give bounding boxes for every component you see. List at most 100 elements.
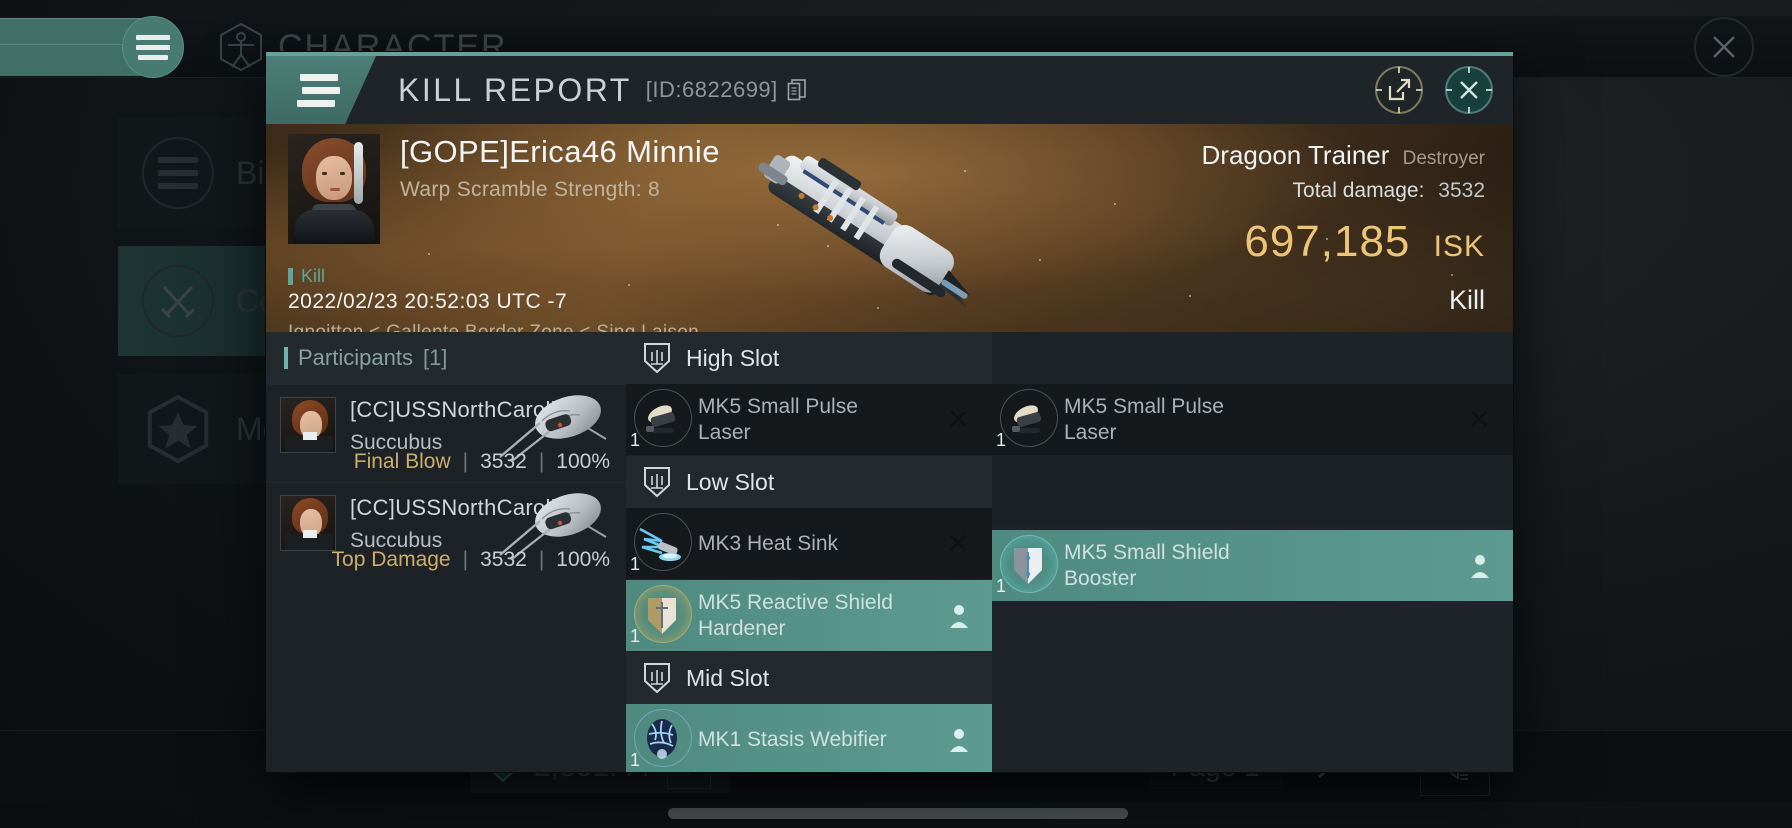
dialog-header-actions bbox=[1375, 56, 1493, 124]
background-menu-button[interactable] bbox=[122, 16, 184, 78]
vitruvian-hex-icon bbox=[218, 22, 264, 72]
dialog-header: KILL REPORT [ID:6822699] bbox=[266, 56, 1513, 124]
module-quantity: 1 bbox=[630, 749, 641, 770]
scrollbar-thumb[interactable] bbox=[668, 808, 1128, 819]
dialog-close-button[interactable] bbox=[1445, 66, 1493, 114]
module-name: MK5 Reactive Shield Hardener bbox=[698, 590, 893, 640]
cross-icon[interactable]: ✕ bbox=[1468, 405, 1491, 434]
dialog-report-id-text: [ID:6822699] bbox=[645, 77, 778, 102]
fitting-right-spacer bbox=[992, 332, 1513, 384]
module-slot[interactable]: 1 MK5 Small Pulse Laser ✕ bbox=[992, 384, 1513, 456]
module-slot[interactable]: 1 MK5 Small Pulse Laser ✕ bbox=[626, 384, 992, 456]
module-name: MK5 Small Pulse Laser bbox=[1064, 394, 1224, 444]
destroyer-ship-render bbox=[721, 132, 1011, 322]
isk-value: 697,185 bbox=[1244, 217, 1411, 266]
close-icon bbox=[1460, 81, 1478, 99]
module-slot[interactable]: 1 MK1 Stasis Webifier bbox=[626, 704, 992, 772]
shield-hardener-icon: 1 bbox=[626, 580, 698, 651]
kill-banner: [GOPE]Erica46 Minnie Warp Scramble Stren… bbox=[266, 124, 1513, 332]
dialog-body: Participants [1] [CC]USSNorthCarolina Su… bbox=[266, 332, 1513, 772]
participants-header-label: Participants bbox=[298, 345, 413, 370]
close-icon bbox=[1713, 36, 1735, 58]
ship-name-row: Dragoon Trainer Destroyer bbox=[1202, 140, 1485, 171]
dialog-menu-button[interactable] bbox=[266, 56, 376, 124]
person-icon[interactable] bbox=[948, 727, 970, 753]
list-icon bbox=[142, 137, 214, 209]
table-row[interactable]: [CC]USSNorthCarolina Succubus bbox=[266, 482, 626, 580]
victim-name: [GOPE]Erica46 Minnie bbox=[400, 134, 720, 169]
participant-percent: 100% bbox=[556, 450, 610, 473]
kill-report-dialog: KILL REPORT [ID:6822699] [GOPE]Erica46 M… bbox=[266, 52, 1513, 772]
slot-header-high: High Slot bbox=[626, 332, 992, 384]
hamburger-icon-line bbox=[136, 44, 170, 50]
module-quantity: 1 bbox=[996, 429, 1007, 450]
participant-tag: Top Damage bbox=[331, 548, 451, 571]
module-name: MK5 Small Shield Booster bbox=[1064, 540, 1230, 590]
copy-icon[interactable] bbox=[786, 78, 808, 102]
avatar bbox=[280, 397, 336, 453]
module-slot[interactable]: 1 MK3 Heat Sink ✕ bbox=[626, 508, 992, 580]
heat-sink-icon: 1 bbox=[626, 508, 698, 579]
participant-meta: Top Damage | 3532 | 100% bbox=[331, 548, 610, 571]
status-badge-label: Kill bbox=[301, 266, 326, 286]
person-icon[interactable] bbox=[1469, 553, 1491, 579]
module-name: MK5 Small Pulse Laser bbox=[698, 394, 858, 444]
participants-empty-area bbox=[266, 580, 626, 772]
hamburger-icon-line bbox=[297, 99, 335, 107]
participant-meta: Final Blow | 3532 | 100% bbox=[353, 450, 610, 473]
participants-header: Participants [1] bbox=[266, 332, 626, 384]
dialog-report-id: [ID:6822699] bbox=[646, 77, 808, 103]
fitting-panel: High Slot 1 MK5 Small Pulse Laser ✕ Low … bbox=[626, 332, 1513, 772]
total-damage-value: 3532 bbox=[1438, 179, 1485, 202]
slot-header-label: Mid Slot bbox=[686, 664, 770, 691]
hamburger-icon-line bbox=[138, 54, 168, 60]
dialog-title: KILL REPORT bbox=[398, 71, 632, 108]
crossed-swords-icon bbox=[142, 265, 214, 337]
module-slot-empty bbox=[992, 456, 1513, 528]
table-row[interactable]: [CC]USSNorthCarolina Succubus bbox=[266, 384, 626, 482]
hamburger-icon-line bbox=[136, 34, 170, 40]
kill-location: Ignoitton < Gallente Border Zone < Sinq … bbox=[288, 322, 699, 332]
module-quantity: 1 bbox=[630, 553, 641, 574]
popout-button[interactable] bbox=[1375, 66, 1423, 114]
module-quantity: 1 bbox=[630, 625, 641, 646]
shield-booster-icon: 1 bbox=[992, 530, 1064, 601]
module-quantity: 1 bbox=[630, 429, 641, 450]
module-name: MK1 Stasis Webifier bbox=[698, 727, 887, 751]
background-close-button[interactable] bbox=[1694, 17, 1754, 77]
fitting-column-left: High Slot 1 MK5 Small Pulse Laser ✕ Low … bbox=[626, 332, 992, 772]
participant-tag: Final Blow bbox=[353, 450, 451, 473]
horizontal-scrollbar[interactable] bbox=[0, 806, 1792, 820]
slot-header-label: High Slot bbox=[686, 344, 780, 371]
slot-shield-icon bbox=[642, 465, 672, 499]
cross-icon[interactable]: ✕ bbox=[947, 529, 970, 558]
total-damage-row: Total damage: 3532 bbox=[1202, 179, 1485, 203]
slot-header-label: Low Slot bbox=[686, 468, 775, 495]
cross-icon[interactable]: ✕ bbox=[947, 405, 970, 434]
pulse-laser-icon: 1 bbox=[626, 384, 698, 455]
participant-damage: 3532 bbox=[480, 450, 527, 473]
kill-timestamp: 2022/02/23 20:52:03 UTC -7 bbox=[288, 290, 568, 313]
stasis-web-icon: 1 bbox=[626, 704, 698, 772]
isk-unit: ISK bbox=[1433, 230, 1485, 263]
participants-panel: Participants [1] [CC]USSNorthCarolina Su… bbox=[266, 332, 626, 772]
star-hex-icon bbox=[142, 393, 214, 465]
victim-subtitle: Warp Scramble Strength: 8 bbox=[400, 178, 660, 201]
total-damage-label: Total damage: bbox=[1292, 179, 1425, 202]
slot-header-low: Low Slot bbox=[626, 456, 992, 508]
isk-value-row: 697,185 ISK bbox=[1202, 217, 1485, 267]
victim-block: [GOPE]Erica46 Minnie Warp Scramble Stren… bbox=[288, 134, 720, 244]
person-icon[interactable] bbox=[948, 603, 970, 629]
fitting-column-right: 1 MK5 Small Pulse Laser ✕ 1 MK5 Small Sh… bbox=[992, 332, 1513, 772]
module-slot[interactable]: 1 MK5 Small Shield Booster bbox=[992, 530, 1513, 602]
slot-header-mid: Mid Slot bbox=[626, 652, 992, 704]
result-label: Kill bbox=[1448, 285, 1485, 315]
ship-class: Destroyer bbox=[1402, 148, 1485, 169]
module-slot[interactable]: 1 MK5 Reactive Shield Hardener bbox=[626, 580, 992, 652]
participants-count: [1] bbox=[422, 345, 448, 370]
avatar[interactable] bbox=[288, 134, 380, 244]
module-quantity: 1 bbox=[996, 575, 1007, 596]
pulse-laser-icon: 1 bbox=[992, 384, 1064, 455]
participant-damage: 3532 bbox=[480, 548, 527, 571]
hamburger-icon-line bbox=[300, 73, 338, 81]
